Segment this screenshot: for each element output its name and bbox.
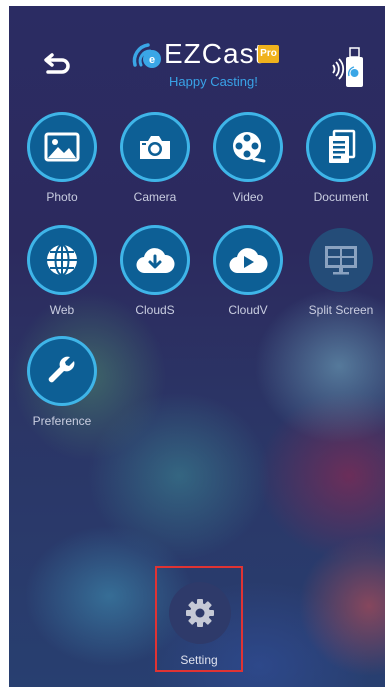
back-button[interactable]: [42, 46, 76, 80]
menu-web[interactable]: Web: [17, 228, 107, 318]
logo-tagline: Happy Casting!: [169, 74, 258, 89]
video-button[interactable]: [216, 115, 280, 179]
menu-clouds[interactable]: CloudS: [110, 228, 200, 318]
menu-cloudv[interactable]: CloudV: [203, 228, 293, 318]
svg-text:e: e: [149, 54, 155, 66]
cloud-play-icon: [229, 248, 268, 274]
app-screen: e EZCast Pro Happy Casting! Photo Camera…: [9, 6, 385, 687]
menu-label-document: Document: [313, 190, 369, 204]
photo-button[interactable]: [30, 115, 94, 179]
globe-icon: [47, 244, 77, 276]
setting-button-highlight[interactable]: Setting: [155, 566, 243, 672]
dongle-wireless-icon: [332, 47, 363, 87]
cloud-download-icon: [136, 248, 175, 274]
menu-video[interactable]: Video: [203, 115, 293, 205]
menu-preference[interactable]: Preference: [17, 339, 107, 429]
logo-pro-badge: Pro: [258, 45, 279, 63]
dongle-status-button[interactable]: [327, 46, 367, 90]
gear-icon: [186, 599, 214, 627]
cloudv-button[interactable]: [216, 228, 280, 292]
logo-wordmark: EZCast: [164, 38, 264, 69]
photo-icon: [44, 132, 80, 162]
menu-label-photo: Photo: [46, 190, 78, 204]
split-screen-icon: [325, 246, 357, 275]
camera-button[interactable]: [123, 115, 187, 179]
ezcast-logo: e EZCast Pro Happy Casting!: [126, 35, 286, 91]
menu-label-clouds: CloudS: [135, 303, 175, 317]
split-screen-button[interactable]: [309, 228, 373, 292]
back-arrow-icon: [44, 53, 70, 74]
setting-button[interactable]: [169, 582, 231, 644]
video-reel-icon: [233, 132, 266, 163]
setting-label: Setting: [180, 653, 218, 667]
preference-button[interactable]: [30, 339, 94, 403]
clouds-button[interactable]: [123, 228, 187, 292]
web-button[interactable]: [30, 228, 94, 292]
menu-document[interactable]: Document: [296, 115, 385, 205]
menu-label-camera: Camera: [133, 190, 177, 204]
menu-label-video: Video: [232, 190, 264, 204]
document-icon: [329, 129, 356, 163]
ezcast-wave-icon: e: [132, 43, 161, 68]
menu-split-screen[interactable]: Split Screen: [296, 228, 385, 318]
menu-label-preference: Preference: [32, 414, 92, 428]
menu-camera[interactable]: Camera: [110, 115, 200, 205]
menu-label-web: Web: [49, 303, 75, 317]
camera-icon: [140, 136, 170, 159]
menu-label-cloudv: CloudV: [228, 303, 268, 317]
wrench-icon: [48, 356, 75, 383]
menu-label-split-screen: Split Screen: [308, 303, 374, 317]
document-button[interactable]: [309, 115, 373, 179]
menu-photo[interactable]: Photo: [17, 115, 107, 205]
